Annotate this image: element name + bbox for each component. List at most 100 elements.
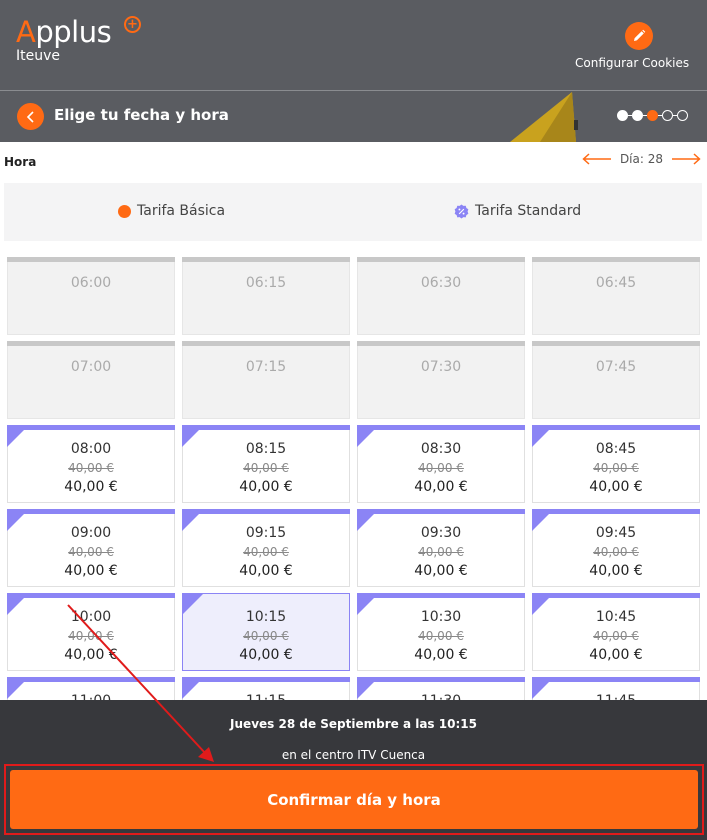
standard-tariff-corner	[532, 677, 554, 699]
time-slot[interactable]: 09:45 40,00 € 40,00 €	[532, 509, 700, 587]
slot-old-price: 40,00 €	[243, 629, 289, 643]
slot-top-bar	[7, 341, 175, 346]
day-navigator: Día: 28	[582, 152, 701, 166]
legend-standard: Tarifa Standard	[454, 203, 581, 219]
slot-old-price: 40,00 €	[418, 629, 464, 643]
time-slot[interactable]: 10:15 40,00 € 40,00 €	[182, 593, 350, 671]
standard-tariff-corner	[357, 509, 379, 531]
time-slot[interactable]: 10:45 40,00 € 40,00 €	[532, 593, 700, 671]
slot-top-bar	[7, 509, 175, 514]
time-slot: 06:15	[182, 257, 350, 335]
slot-time: 09:45	[595, 525, 637, 541]
standard-tariff-corner	[7, 425, 29, 447]
slot-top-bar	[532, 677, 700, 682]
slot-top-bar	[7, 677, 175, 682]
slot-time: 07:15	[245, 359, 287, 375]
arrow-right-icon[interactable]	[671, 153, 701, 165]
confirm-date-time-button[interactable]: Confirmar día y hora	[10, 770, 698, 829]
standard-tariff-corner	[182, 425, 204, 447]
slot-top-bar	[182, 257, 350, 262]
slot-old-price: 40,00 €	[418, 545, 464, 559]
time-slot[interactable]: 11:4540,00 €40,00 €	[532, 677, 700, 700]
slot-top-bar	[182, 509, 350, 514]
slot-top-bar	[532, 341, 700, 346]
time-slot[interactable]: 08:00 40,00 € 40,00 €	[7, 425, 175, 503]
slot-time: 11:00	[8, 693, 174, 700]
slot-price: 40,00 €	[239, 479, 293, 495]
standard-tariff-corner	[182, 509, 204, 531]
slot-time: 11:30	[358, 693, 524, 700]
slot-top-bar	[357, 425, 525, 430]
day-label: Día: 28	[619, 152, 663, 166]
confirm-highlight-box: Confirmar día y hora	[4, 764, 704, 835]
slot-price: 40,00 €	[589, 563, 643, 579]
time-slot[interactable]: 11:1540,00 €40,00 €	[182, 677, 350, 700]
slot-top-bar	[532, 425, 700, 430]
time-slot[interactable]: 11:3040,00 €40,00 €	[357, 677, 525, 700]
tariff-legend: Tarifa Básica Tarifa Standard	[4, 183, 702, 241]
time-slot[interactable]: 10:30 40,00 € 40,00 €	[357, 593, 525, 671]
slot-top-bar	[532, 257, 700, 262]
slot-top-bar	[182, 425, 350, 430]
slot-time: 09:00	[70, 525, 112, 541]
legend-basic: Tarifa Básica	[118, 203, 225, 219]
standard-tariff-corner	[7, 677, 29, 699]
booking-center: en el centro ITV Cuenca	[281, 748, 426, 762]
slot-old-price: 40,00 €	[243, 461, 289, 475]
time-slot[interactable]: 08:15 40,00 € 40,00 €	[182, 425, 350, 503]
slot-price: 40,00 €	[239, 563, 293, 579]
time-slot[interactable]: 10:00 40,00 € 40,00 €	[7, 593, 175, 671]
time-slot: 06:45	[532, 257, 700, 335]
time-slot[interactable]: 08:45 40,00 € 40,00 €	[532, 425, 700, 503]
slot-price: 40,00 €	[414, 479, 468, 495]
slot-time: 09:15	[245, 525, 287, 541]
slot-time: 06:15	[245, 275, 287, 291]
slot-time: 10:00	[70, 609, 112, 625]
slot-top-bar	[357, 341, 525, 346]
slot-top-bar	[357, 509, 525, 514]
time-slot[interactable]: 09:00 40,00 € 40,00 €	[7, 509, 175, 587]
slot-time: 11:45	[533, 693, 699, 700]
standard-tariff-corner	[357, 593, 379, 615]
slot-top-bar	[357, 593, 525, 598]
orange-dot-icon	[118, 204, 131, 218]
slot-time: 10:15	[245, 609, 287, 625]
slot-price: 40,00 €	[414, 647, 468, 663]
slot-top-bar	[7, 593, 175, 598]
standard-tariff-corner	[182, 593, 204, 615]
slot-time: 11:15	[183, 693, 349, 700]
standard-tariff-corner	[7, 509, 29, 531]
time-slot: 07:15	[182, 341, 350, 419]
slot-time: 07:45	[595, 359, 637, 375]
slot-top-bar	[357, 257, 525, 262]
slot-old-price: 40,00 €	[243, 545, 289, 559]
slot-time: 07:30	[420, 359, 462, 375]
time-slot[interactable]: 09:15 40,00 € 40,00 €	[182, 509, 350, 587]
arrow-left-icon[interactable]	[582, 153, 612, 165]
slot-time: 08:00	[70, 441, 112, 457]
slot-time: 07:00	[70, 359, 112, 375]
slot-price: 40,00 €	[589, 479, 643, 495]
time-slot: 07:00	[7, 341, 175, 419]
time-slot: 07:45	[532, 341, 700, 419]
legend-basic-label: Tarifa Básica	[137, 203, 226, 219]
time-slot[interactable]: 09:30 40,00 € 40,00 €	[357, 509, 525, 587]
slot-time: 10:45	[595, 609, 637, 625]
standard-tariff-corner	[532, 425, 554, 447]
slot-price: 40,00 €	[64, 647, 118, 663]
slot-time: 06:30	[420, 275, 462, 291]
time-slot[interactable]: 11:0040,00 €40,00 €	[7, 677, 175, 700]
time-slot: 06:30	[357, 257, 525, 335]
standard-tariff-corner	[357, 677, 379, 699]
discount-badge-icon	[454, 203, 469, 219]
slot-old-price: 40,00 €	[68, 545, 114, 559]
slot-time: 08:30	[420, 441, 462, 457]
time-slot[interactable]: 08:30 40,00 € 40,00 €	[357, 425, 525, 503]
slot-price: 40,00 €	[589, 647, 643, 663]
slot-top-bar	[182, 677, 350, 682]
slot-top-bar	[532, 509, 700, 514]
slot-old-price: 40,00 €	[68, 629, 114, 643]
standard-tariff-corner	[532, 509, 554, 531]
time-slot: 06:00	[7, 257, 175, 335]
slot-price: 40,00 €	[414, 563, 468, 579]
